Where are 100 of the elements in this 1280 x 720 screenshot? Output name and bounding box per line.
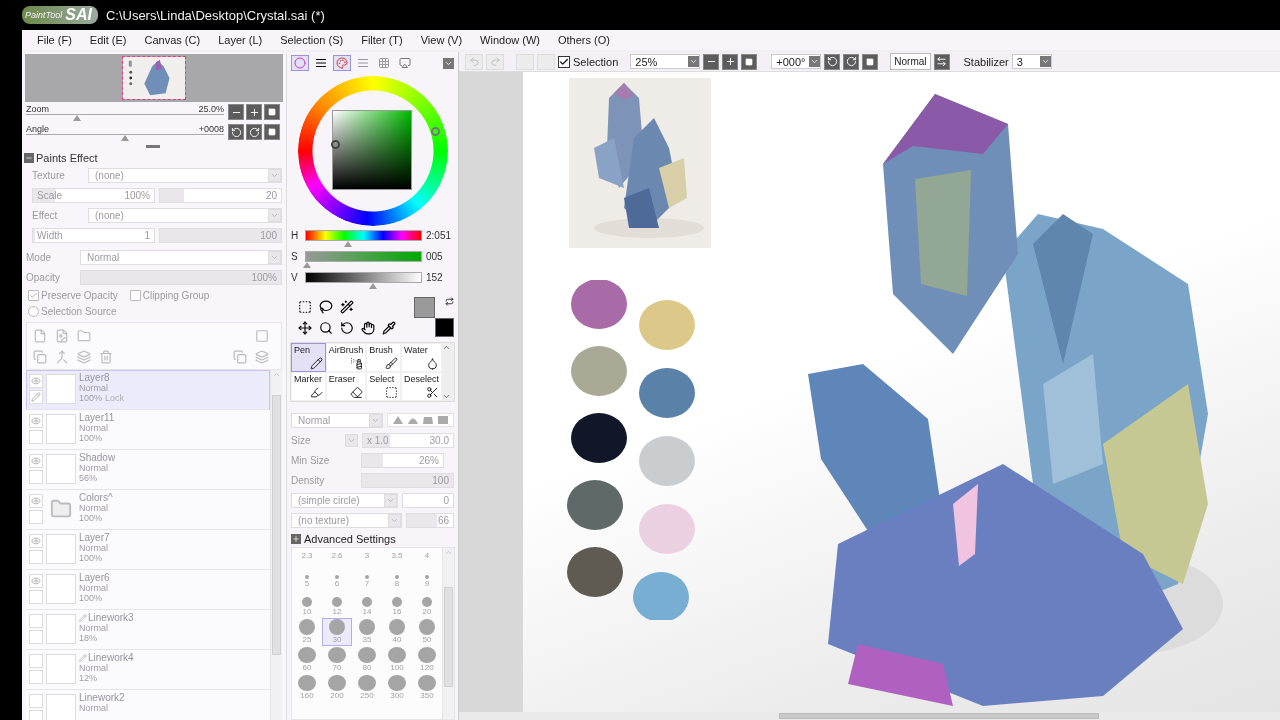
edit-toggle[interactable]	[29, 630, 43, 644]
reset-angle-button[interactable]	[862, 53, 879, 70]
undo-button[interactable]	[465, 53, 483, 70]
amount-slider[interactable]: 100	[159, 227, 282, 243]
layer-row[interactable]: Layer7 Normal 100%	[26, 530, 270, 570]
canvas[interactable]	[523, 72, 1280, 712]
checkbox[interactable]	[129, 289, 141, 301]
brush-tool[interactable]: Select	[366, 372, 401, 401]
layer-row[interactable]: Layer6 Normal 100%	[26, 570, 270, 610]
visibility-toggle[interactable]	[29, 414, 43, 428]
primary-color[interactable]	[414, 297, 435, 318]
zoom-in-button[interactable]	[246, 104, 262, 120]
color-slider[interactable]	[305, 272, 422, 290]
visibility-toggle[interactable]	[29, 454, 43, 468]
amount-slider[interactable]: 20	[159, 187, 282, 203]
brush-size[interactable]: 20	[412, 590, 442, 618]
width-slider[interactable]: Width 1	[32, 227, 155, 243]
menu-item[interactable]: Window (W)	[471, 34, 549, 46]
texture-amount-slider[interactable]: 66	[406, 512, 454, 528]
brush-shape-selector[interactable]	[387, 413, 454, 427]
brush-size[interactable]: 25	[292, 618, 322, 646]
color-tab[interactable]	[333, 55, 351, 71]
hand-icon[interactable]	[361, 321, 375, 335]
brush-size[interactable]: 2.6	[322, 549, 352, 562]
edit-toggle[interactable]	[29, 590, 43, 604]
eyedropper-icon[interactable]	[382, 321, 396, 335]
rotate-right-button[interactable]	[843, 53, 860, 70]
zoom-out-button[interactable]	[228, 104, 244, 120]
layer-row[interactable]: Layer8 Normal 100% Lock	[26, 370, 270, 410]
brush-size[interactable]: 3	[352, 549, 382, 562]
scale-slider[interactable]: Scale 100%	[32, 187, 155, 203]
slider[interactable]: Zoom 25.0%	[26, 104, 224, 123]
edit-toggle[interactable]	[29, 510, 43, 524]
move-icon[interactable]	[298, 321, 312, 335]
brush-size[interactable]: 70	[322, 646, 352, 674]
rotate-left-button[interactable]	[824, 53, 841, 70]
brush-size[interactable]: 9	[412, 562, 442, 590]
menu-item[interactable]: Selection (S)	[271, 34, 353, 46]
brush-tool[interactable]: AirBrush	[325, 343, 367, 372]
edit-toggle[interactable]	[29, 390, 43, 404]
brush-size[interactable]: 300	[382, 674, 412, 702]
layer-row[interactable]: Colors^ Normal 100%	[26, 490, 270, 530]
brush-size[interactable]: 8	[382, 562, 412, 590]
reset-zoom-button[interactable]	[264, 104, 280, 120]
shape-amount-field[interactable]: 0	[402, 492, 454, 508]
brush-size[interactable]: 250	[352, 674, 382, 702]
mode-dropdown[interactable]: Normal	[80, 249, 282, 265]
rotate-icon[interactable]	[340, 321, 354, 335]
copy-icon[interactable]	[233, 350, 247, 364]
min-size-slider[interactable]: 26%	[361, 452, 444, 468]
brush-size[interactable]: 4	[412, 549, 442, 562]
edit-toggle[interactable]	[29, 470, 43, 484]
brush-size[interactable]: 6	[322, 562, 352, 590]
angle-dropdown[interactable]: +000°	[771, 54, 822, 69]
brush-size[interactable]: 350	[412, 674, 442, 702]
edit-toggle[interactable]	[29, 710, 43, 720]
visibility-toggle[interactable]	[29, 374, 43, 388]
blend-mode-button[interactable]: Normal	[890, 53, 931, 70]
collapse-icon[interactable]	[24, 152, 34, 163]
brush-size[interactable]: 100	[382, 646, 412, 674]
zoom-out-button[interactable]	[703, 53, 720, 70]
size-slider[interactable]: x 1.0 30.0	[362, 432, 454, 448]
layer-row[interactable]: Shadow Normal 56%	[26, 450, 270, 490]
radio-button[interactable]	[28, 305, 39, 317]
new-folder-icon[interactable]	[77, 329, 91, 343]
resize-handle[interactable]	[146, 145, 160, 148]
color-tab[interactable]	[291, 55, 309, 71]
rotate-right-button[interactable]	[246, 124, 262, 140]
edit-toggle[interactable]	[29, 430, 43, 444]
edit-toggle[interactable]	[29, 670, 43, 684]
brush-size[interactable]: 2.3	[292, 549, 322, 562]
reset-zoom-button[interactable]	[741, 53, 758, 70]
menu-item[interactable]: Others (O)	[548, 34, 619, 46]
layer-row[interactable]: Layer11 Normal 100%	[26, 410, 270, 450]
menu-item[interactable]: Layer (L)	[209, 34, 272, 46]
brush-size[interactable]: 14	[352, 590, 382, 618]
secondary-color[interactable]	[435, 318, 454, 337]
brush-size[interactable]: 35	[352, 618, 382, 646]
color-slider[interactable]	[305, 230, 422, 248]
color-tab[interactable]	[396, 55, 414, 71]
visibility-toggle[interactable]	[29, 654, 43, 668]
brush-size[interactable]: 40	[382, 618, 412, 646]
brush-size[interactable]: 16	[382, 590, 412, 618]
opacity-slider[interactable]: 100%	[80, 269, 282, 285]
blend-mode-dropdown[interactable]: Normal	[291, 412, 383, 428]
zoom-dropdown[interactable]: 25%	[630, 54, 701, 69]
reset-angle-button[interactable]	[264, 124, 280, 140]
effect-dropdown[interactable]: (none)	[88, 207, 282, 223]
brush-size[interactable]: 160	[292, 674, 322, 702]
brush-size[interactable]: 50	[412, 618, 442, 646]
brush-tool[interactable]: Eraser	[325, 372, 367, 401]
checkbox[interactable]	[28, 289, 39, 301]
brush-tool[interactable]: Pen	[291, 343, 326, 372]
new-image-layer-icon[interactable]	[55, 329, 69, 343]
layer-row[interactable]: Linework2 Normal	[26, 690, 270, 720]
brush-texture-dropdown[interactable]: (no texture)	[291, 512, 402, 528]
brush-size[interactable]: 200	[322, 674, 352, 702]
color-slider[interactable]	[305, 251, 422, 269]
brush-size[interactable]: 5	[292, 562, 322, 590]
menu-item[interactable]: Canvas (C)	[135, 34, 210, 46]
